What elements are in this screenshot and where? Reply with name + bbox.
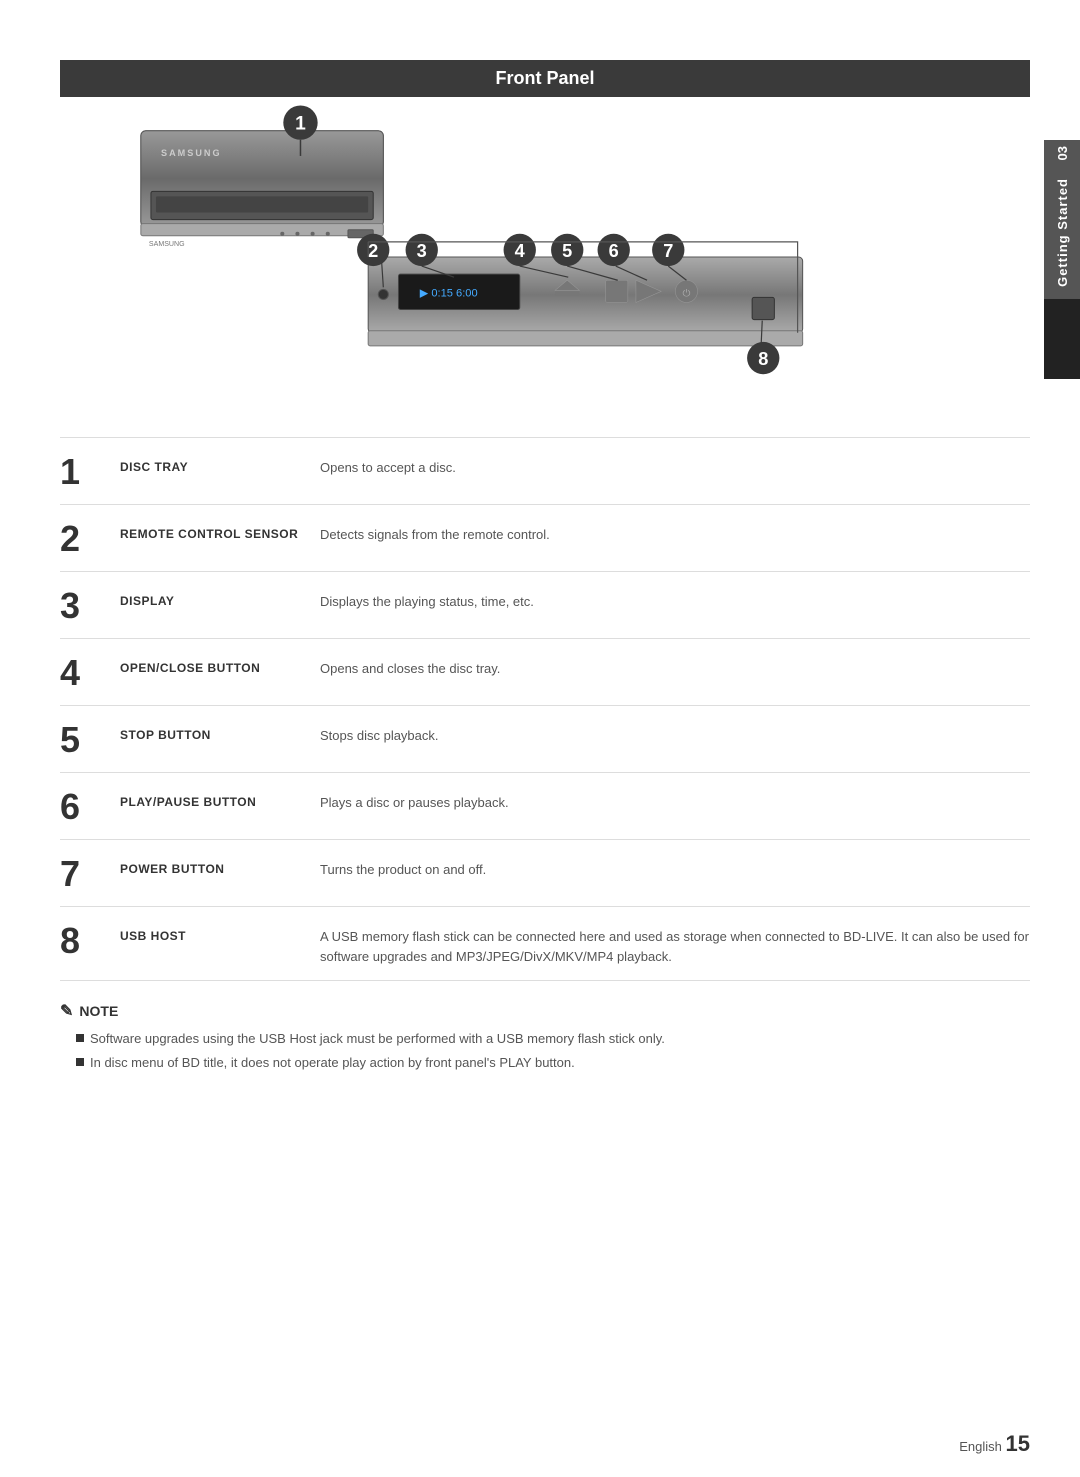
svg-text:7: 7 — [663, 241, 673, 261]
note-title-text: NOTE — [79, 1003, 118, 1019]
item-row: 3 DISPLAY Displays the playing status, t… — [60, 571, 1030, 638]
item-description: Stops disc playback. — [320, 720, 1030, 746]
note-bullet — [76, 1034, 84, 1042]
item-number: 4 — [60, 653, 120, 691]
svg-text:SAMSUNG: SAMSUNG — [149, 241, 185, 248]
item-description: Detects signals from the remote control. — [320, 519, 1030, 545]
item-label: DISC TRAY — [120, 452, 320, 474]
svg-text:⏻: ⏻ — [682, 288, 690, 299]
note-icon: ✎ — [60, 1001, 73, 1021]
page-footer: English 15 — [959, 1431, 1030, 1457]
svg-text:▶ 0:15 6:00: ▶ 0:15 6:00 — [420, 287, 478, 299]
item-row: 1 DISC TRAY Opens to accept a disc. — [60, 437, 1030, 504]
item-label: POWER BUTTON — [120, 854, 320, 876]
item-label: USB HOST — [120, 921, 320, 943]
side-tab-accent — [1044, 299, 1080, 379]
svg-text:2: 2 — [368, 241, 378, 261]
items-list: 1 DISC TRAY Opens to accept a disc. 2 RE… — [60, 437, 1030, 981]
note-text: In disc menu of BD title, it does not op… — [90, 1053, 575, 1073]
page-number: 15 — [1006, 1431, 1030, 1456]
svg-text:SAMSUNG: SAMSUNG — [161, 148, 222, 158]
item-number: 5 — [60, 720, 120, 758]
svg-text:3: 3 — [417, 241, 427, 261]
item-number: 7 — [60, 854, 120, 892]
item-number: 3 — [60, 586, 120, 624]
item-description: Opens and closes the disc tray. — [320, 653, 1030, 679]
item-row: 2 REMOTE CONTROL SENSOR Detects signals … — [60, 504, 1030, 571]
item-number: 1 — [60, 452, 120, 490]
main-content: Front Panel SAMSUNG — [60, 60, 1030, 1437]
svg-text:5: 5 — [562, 241, 572, 261]
item-label: REMOTE CONTROL SENSOR — [120, 519, 320, 541]
item-label: DISPLAY — [120, 586, 320, 608]
svg-text:6: 6 — [609, 241, 619, 261]
item-label: OPEN/CLOSE BUTTON — [120, 653, 320, 675]
item-description: Turns the product on and off. — [320, 854, 1030, 880]
diagram-svg: SAMSUNG SAMSUNG 1 ▶ 0:15 6: — [60, 97, 1030, 417]
item-label: STOP BUTTON — [120, 720, 320, 742]
item-number: 8 — [60, 921, 120, 959]
svg-text:8: 8 — [758, 349, 768, 369]
side-tab: 03 Getting Started — [1044, 140, 1080, 379]
diagram-area: SAMSUNG SAMSUNG 1 ▶ 0:15 6: — [60, 97, 1030, 417]
note-item: Software upgrades using the USB Host jac… — [76, 1029, 1030, 1049]
item-description: Opens to accept a disc. — [320, 452, 1030, 478]
note-item: In disc menu of BD title, it does not op… — [76, 1053, 1030, 1073]
item-description: Displays the playing status, time, etc. — [320, 586, 1030, 612]
item-row: 4 OPEN/CLOSE BUTTON Opens and closes the… — [60, 638, 1030, 705]
note-bullet — [76, 1058, 84, 1066]
chapter-number: 03 — [1047, 140, 1078, 166]
item-label: PLAY/PAUSE BUTTON — [120, 787, 320, 809]
items-container: 1 DISC TRAY Opens to accept a disc. 2 RE… — [60, 437, 1030, 981]
item-number: 2 — [60, 519, 120, 557]
svg-text:4: 4 — [515, 241, 526, 261]
item-row: 6 PLAY/PAUSE BUTTON Plays a disc or paus… — [60, 772, 1030, 839]
item-description: Plays a disc or pauses playback. — [320, 787, 1030, 813]
page-prefix: English — [959, 1439, 1002, 1454]
section-title: Front Panel — [60, 60, 1030, 97]
svg-text:1: 1 — [295, 114, 306, 135]
item-row: 5 STOP BUTTON Stops disc playback. — [60, 705, 1030, 772]
note-title: ✎ NOTE — [60, 1001, 1030, 1021]
item-description: A USB memory flash stick can be connecte… — [320, 921, 1030, 966]
note-items-list: Software upgrades using the USB Host jac… — [60, 1029, 1030, 1072]
chapter-label: Getting Started — [1047, 166, 1078, 299]
item-row: 7 POWER BUTTON Turns the product on and … — [60, 839, 1030, 906]
note-text: Software upgrades using the USB Host jac… — [90, 1029, 665, 1049]
item-row: 8 USB HOST A USB memory flash stick can … — [60, 906, 1030, 981]
item-number: 6 — [60, 787, 120, 825]
note-section: ✎ NOTE Software upgrades using the USB H… — [60, 1001, 1030, 1072]
